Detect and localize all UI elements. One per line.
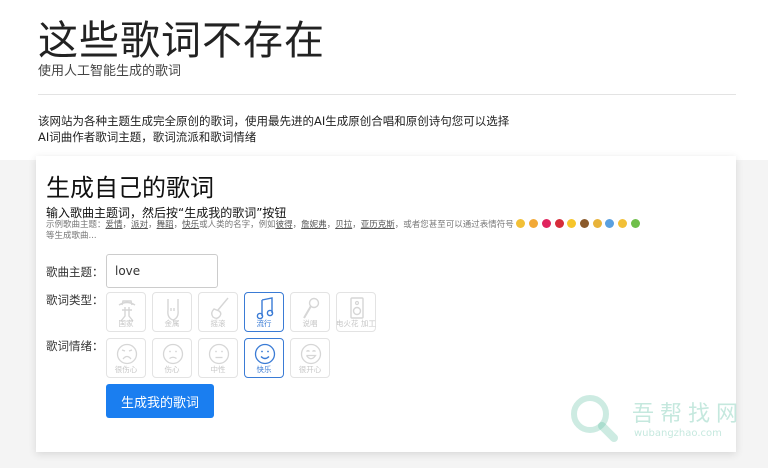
examples-end: 等生成歌曲... <box>46 231 97 241</box>
genre-label-edm: 电火花 加工 <box>336 319 376 328</box>
site-subtitle: 使用人工智能生成的歌词 <box>38 64 182 79</box>
flag-emoji-icon[interactable] <box>605 219 615 228</box>
genre-label-rap: 说唱 <box>302 319 318 328</box>
genre-option-metal[interactable]: 金属 <box>152 292 192 332</box>
mood-option-very-happy[interactable]: 很开心 <box>290 338 330 378</box>
mood-option-neutral[interactable]: 中性 <box>198 338 238 378</box>
examples-mid: 或人类的名字，例如 <box>199 220 276 230</box>
intro-line-2: AI词曲作者歌词主题，歌词流派和歌词情绪 <box>38 130 257 144</box>
magnifier-logo-icon <box>571 395 618 442</box>
genre-option-edm[interactable]: 电火花 加工 <box>336 292 376 332</box>
alien-emoji-icon[interactable] <box>630 219 640 228</box>
genre-option-rock[interactable]: 摇滚 <box>198 292 238 332</box>
smile-emoji-icon[interactable] <box>618 219 628 228</box>
watermark: 吾帮找网 wubangzhao.com <box>562 388 762 448</box>
header-divider <box>38 94 736 95</box>
genre-options: 国家 金属 摇滚 流行 说唱 电火花 加工 <box>106 292 376 332</box>
card-title: 生成自己的歌词 <box>46 174 214 202</box>
watermark-text: 吾帮找网 <box>632 402 745 427</box>
example-link-bella[interactable]: 贝拉 <box>335 220 352 230</box>
page-header: 这些歌词不存在 使用人工智能生成的歌词 该网站为各种主题生成完全原创的歌词，使用… <box>0 0 768 160</box>
watermark-url: wubangzhao.com <box>634 428 722 439</box>
banana-emoji-icon[interactable] <box>592 219 602 228</box>
lips-emoji-icon[interactable] <box>554 219 564 228</box>
mood-option-sad[interactable]: 伤心 <box>152 338 192 378</box>
mood-label-neutral: 中性 <box>210 365 226 374</box>
poop-emoji-icon[interactable] <box>579 219 589 228</box>
mood-option-happy[interactable]: 快乐 <box>244 338 284 378</box>
example-link-jennifer[interactable]: 詹妮弗 <box>301 220 327 230</box>
song-topic-input[interactable] <box>106 254 218 288</box>
generate-lyrics-button[interactable]: 生成我的歌词 <box>106 384 214 418</box>
genre-option-rap[interactable]: 说唱 <box>290 292 330 332</box>
example-link-peter[interactable]: 彼得 <box>276 220 293 230</box>
heart-emoji-icon[interactable] <box>541 219 551 228</box>
mood-label-sad: 伤心 <box>164 365 180 374</box>
genre-option-pop[interactable]: 流行 <box>244 292 284 332</box>
example-topics: 示例歌曲主题：爱情，派对，舞蹈，快乐或人类的名字，例如彼得，詹妮弗，贝拉，亚历克… <box>46 219 706 242</box>
genre-option-country[interactable]: 国家 <box>106 292 146 332</box>
example-link-alex[interactable]: 亚历克斯 <box>361 220 395 230</box>
site-title: 这些歌词不存在 <box>38 18 325 64</box>
mood-label-very-sad: 很伤心 <box>114 365 138 374</box>
example-link-happy[interactable]: 快乐 <box>182 220 199 230</box>
example-link-dance[interactable]: 舞蹈 <box>157 220 174 230</box>
genre-label-country: 国家 <box>118 319 134 328</box>
genre-label-rock: 摇滚 <box>210 319 226 328</box>
mood-label: 歌词情绪： <box>46 339 104 353</box>
intro-text: 该网站为各种主题生成完全原创的歌词，使用最先进的AI生成原创合唱和原创诗句您可以… <box>38 113 558 145</box>
mood-options: 很伤心 伤心 中性 快乐 很开心 <box>106 338 330 378</box>
grin-emoji-icon[interactable] <box>516 219 526 228</box>
mood-option-very-sad[interactable]: 很伤心 <box>106 338 146 378</box>
genre-label-metal: 金属 <box>164 319 180 328</box>
intro-line-1: 该网站为各种主题生成完全原创的歌词，使用最先进的AI生成原创合唱和原创诗句您可以… <box>38 114 510 128</box>
examples-prefix: 示例歌曲主题： <box>46 220 106 230</box>
example-link-party[interactable]: 派对 <box>131 220 148 230</box>
mood-label-very-happy: 很开心 <box>298 365 322 374</box>
topic-label: 歌曲主题： <box>46 265 104 279</box>
sunglasses-emoji-icon[interactable] <box>529 219 539 228</box>
genre-label-pop: 流行 <box>256 319 272 328</box>
emoji-examples[interactable] <box>516 219 640 230</box>
mood-label-happy: 快乐 <box>256 365 272 374</box>
genre-label: 歌词类型： <box>46 293 104 307</box>
examples-suffix: ，或者您甚至可以通过表情符号 <box>394 220 514 230</box>
example-link-love[interactable]: 爱情 <box>106 220 123 230</box>
sun-emoji-icon[interactable] <box>567 219 577 228</box>
